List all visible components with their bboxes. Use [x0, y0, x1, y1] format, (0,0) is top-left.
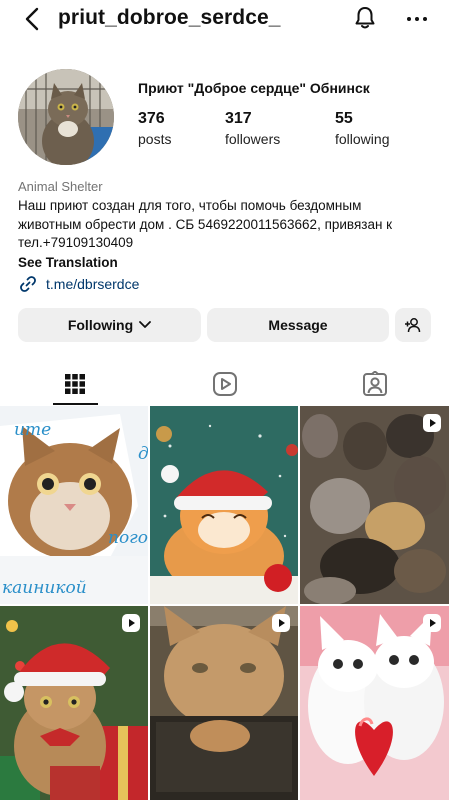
suggest-users-button[interactable]	[395, 308, 431, 342]
more-options-button[interactable]	[404, 6, 430, 32]
profile-username: priut_dobroe_serdce_	[58, 6, 281, 29]
tile-text: д	[138, 444, 148, 464]
followers-label: followers	[225, 131, 281, 147]
following-stat[interactable]: 55 following	[335, 110, 389, 147]
profile-category: Animal Shelter	[18, 179, 103, 194]
profile-link-text[interactable]: t.me/dbrserdce	[46, 276, 139, 292]
grid-post[interactable]	[150, 606, 298, 800]
post-thumbnail	[150, 406, 298, 604]
grid-post[interactable]: ите д пого каиникой	[0, 406, 148, 604]
back-button[interactable]	[20, 6, 46, 32]
profile-tabs	[0, 363, 449, 405]
grid-post[interactable]	[0, 606, 148, 800]
posts-count: 376	[138, 110, 165, 127]
following-button[interactable]: Following	[18, 308, 201, 342]
tagged-person-icon	[363, 371, 387, 396]
reel-badge-icon	[272, 614, 290, 632]
see-translation-link[interactable]: See Translation	[18, 255, 118, 270]
link-icon	[20, 276, 36, 292]
followers-count: 317	[225, 110, 252, 127]
reel-badge-icon	[423, 414, 441, 432]
profile-display-name: Приют "Доброе сердце" Обнинск	[138, 80, 370, 96]
more-horizontal-icon	[407, 17, 427, 21]
posts-label: posts	[138, 131, 172, 147]
followers-stat[interactable]: 317 followers	[225, 110, 280, 147]
post-thumbnail	[300, 406, 449, 604]
message-button[interactable]: Message	[207, 308, 389, 342]
post-thumbnail	[150, 606, 298, 800]
bell-icon	[355, 7, 375, 29]
post-thumbnail	[300, 606, 449, 800]
reels-icon	[213, 372, 237, 396]
reel-badge-icon	[122, 614, 140, 632]
grid-post[interactable]	[150, 406, 298, 604]
profile-link[interactable]: t.me/dbrserdce	[18, 274, 139, 294]
profile-bio: Наш приют создан для того, чтобы помочь …	[18, 198, 393, 250]
notifications-button[interactable]	[351, 4, 379, 32]
profile-avatar[interactable]	[18, 69, 114, 165]
message-button-label: Message	[268, 317, 328, 333]
tile-text: каиникой	[2, 578, 87, 598]
tab-reels[interactable]	[150, 363, 300, 405]
add-user-icon	[405, 318, 421, 333]
post-thumbnail	[0, 606, 148, 800]
chevron-left-icon	[25, 7, 39, 31]
active-tab-indicator	[53, 403, 98, 405]
tile-text: ите	[14, 420, 52, 440]
top-bar: priut_dobroe_serdce_	[0, 0, 449, 40]
following-label: following	[335, 131, 390, 147]
chevron-down-icon	[139, 321, 152, 328]
reel-badge-icon	[423, 614, 441, 632]
tab-tagged[interactable]	[300, 363, 449, 405]
grid-icon	[65, 374, 85, 394]
cat-avatar-image	[18, 69, 114, 165]
tile-text: пого	[108, 528, 148, 548]
following-count: 55	[335, 110, 353, 127]
posts-stat[interactable]: 376 posts	[138, 110, 171, 147]
tab-posts-grid[interactable]	[0, 363, 150, 405]
following-button-label: Following	[67, 317, 134, 333]
grid-post[interactable]	[300, 406, 449, 604]
grid-post[interactable]	[300, 606, 449, 800]
